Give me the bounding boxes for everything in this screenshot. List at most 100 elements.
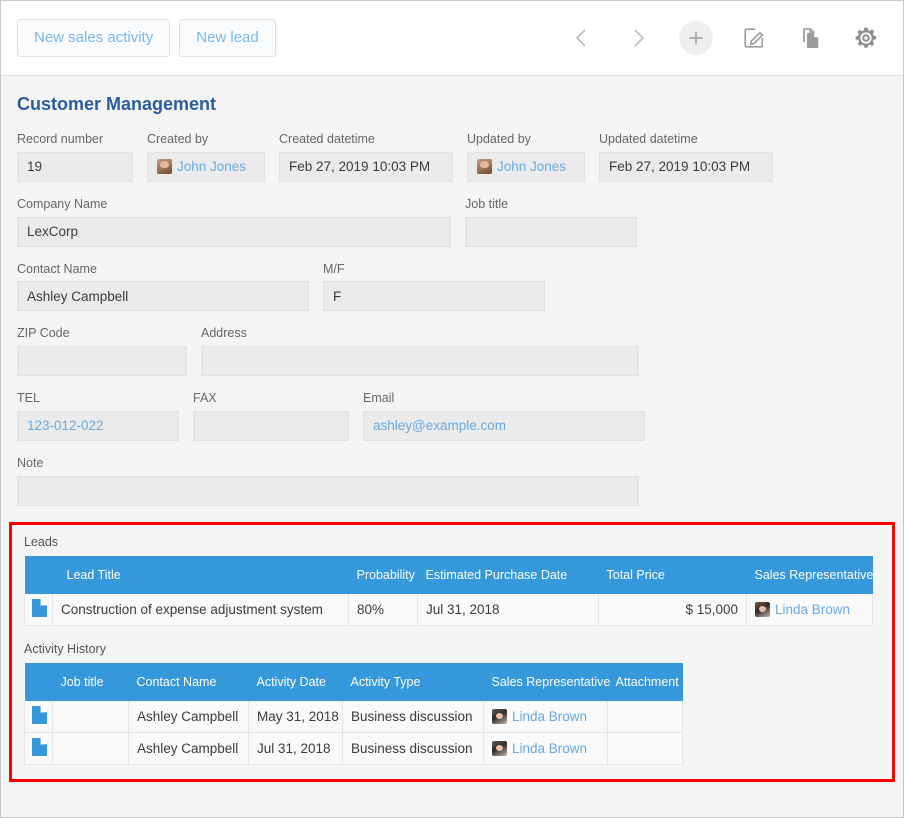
leads-table: Lead Title Probability Estimated Purchas… xyxy=(24,556,873,626)
page-title: Customer Management xyxy=(1,94,903,115)
avatar xyxy=(157,159,172,174)
activity-cell-attachment xyxy=(608,732,683,764)
fax-input[interactable] xyxy=(193,411,349,441)
activity-cell-activity-type: Business discussion xyxy=(343,701,484,733)
leads-col-total-price[interactable]: Total Price xyxy=(599,556,747,594)
field-tel: TEL 123-012-022 xyxy=(17,392,179,441)
email-input[interactable]: ashley@example.com xyxy=(363,411,645,441)
tel-input[interactable]: 123-012-022 xyxy=(17,411,179,441)
table-row[interactable]: Ashley Campbell Jul 31, 2018 Business di… xyxy=(25,732,683,764)
leads-cell-probability: 80% xyxy=(349,594,418,626)
next-record-icon[interactable] xyxy=(623,23,653,53)
leads-cell-estimated-purchase-date: Jul 31, 2018 xyxy=(418,594,599,626)
field-label: Updated by xyxy=(467,133,585,147)
activity-table-body: Ashley Campbell May 31, 2018 Business di… xyxy=(25,701,683,765)
field-created-datetime: Created datetime Feb 27, 2019 10:03 PM xyxy=(279,133,453,182)
leads-col-probability[interactable]: Probability xyxy=(349,556,418,594)
activity-history-section-label: Activity History xyxy=(24,642,880,656)
job-title-input[interactable] xyxy=(465,217,637,247)
created-by-name[interactable]: John Jones xyxy=(177,159,246,174)
field-label: Created datetime xyxy=(279,133,453,147)
leads-cell-total-price: $ 15,000 xyxy=(599,594,747,626)
activity-row-open-cell[interactable] xyxy=(25,732,53,764)
sales-rep-name[interactable]: Linda Brown xyxy=(512,741,587,756)
note-input[interactable] xyxy=(17,476,639,506)
field-note: Note xyxy=(17,457,639,506)
activity-col-job-title[interactable]: Job title xyxy=(53,663,129,701)
field-label: Email xyxy=(363,392,645,406)
zip-code-input[interactable] xyxy=(17,346,187,376)
activity-col-sales-representative[interactable]: Sales Representative xyxy=(484,663,608,701)
document-icon[interactable] xyxy=(32,599,47,617)
leads-col-icon xyxy=(25,556,53,594)
new-sales-activity-button[interactable]: New sales activity xyxy=(17,19,170,58)
field-label: Contact Name xyxy=(17,263,309,277)
activity-col-contact-name[interactable]: Contact Name xyxy=(129,663,249,701)
prev-record-icon[interactable] xyxy=(567,23,597,53)
leads-section-label: Leads xyxy=(24,535,880,549)
activity-col-attachment[interactable]: Attachment xyxy=(608,663,683,701)
edit-record-icon[interactable] xyxy=(739,23,769,53)
document-icon[interactable] xyxy=(32,738,47,756)
mf-input[interactable]: F xyxy=(323,281,545,311)
activity-table-header: Job title Contact Name Activity Date Act… xyxy=(25,663,683,701)
app-window: New sales activity New lead xyxy=(0,0,904,818)
company-job-row: Company Name LexCorp Job title xyxy=(17,198,887,247)
field-label: Job title xyxy=(465,198,637,212)
new-lead-button[interactable]: New lead xyxy=(179,19,276,58)
contact-name-input[interactable]: Ashley Campbell xyxy=(17,281,309,311)
field-label: M/F xyxy=(323,263,545,277)
activity-row-open-cell[interactable] xyxy=(25,701,53,733)
zip-address-row: ZIP Code Address xyxy=(17,327,887,376)
record-meta-row: Record number 19 Created by John Jones C… xyxy=(17,133,887,182)
field-record-number: Record number 19 xyxy=(17,133,133,182)
document-icon[interactable] xyxy=(32,706,47,724)
field-label: ZIP Code xyxy=(17,327,187,341)
updated-by-name[interactable]: John Jones xyxy=(497,159,566,174)
settings-icon[interactable] xyxy=(851,23,881,53)
activity-cell-activity-date: May 31, 2018 xyxy=(249,701,343,733)
page-body: Customer Management Record number 19 Cre… xyxy=(1,76,903,817)
activity-cell-activity-date: Jul 31, 2018 xyxy=(249,732,343,764)
created-by-value: John Jones xyxy=(147,152,265,182)
field-label: Note xyxy=(17,457,639,471)
activity-cell-job-title xyxy=(53,732,129,764)
field-label: Address xyxy=(201,327,639,341)
leads-table-header: Lead Title Probability Estimated Purchas… xyxy=(25,556,873,594)
tel-fax-email-row: TEL 123-012-022 FAX Email ashley@example… xyxy=(17,392,887,441)
leads-col-sales-representative[interactable]: Sales Representative xyxy=(747,556,873,594)
field-label: TEL xyxy=(17,392,179,406)
address-input[interactable] xyxy=(201,346,639,376)
field-address: Address xyxy=(201,327,639,376)
table-row[interactable]: Ashley Campbell May 31, 2018 Business di… xyxy=(25,701,683,733)
activity-history-section: Activity History Job title Contact Name … xyxy=(24,642,880,765)
record-number-value: 19 xyxy=(17,152,133,182)
activity-cell-attachment xyxy=(608,701,683,733)
field-label: FAX xyxy=(193,392,349,406)
toolbar-action-buttons: New sales activity New lead xyxy=(17,19,276,58)
leads-col-estimated-purchase-date[interactable]: Estimated Purchase Date xyxy=(418,556,599,594)
field-updated-datetime: Updated datetime Feb 27, 2019 10:03 PM xyxy=(599,133,773,182)
activity-col-activity-type[interactable]: Activity Type xyxy=(343,663,484,701)
activity-col-activity-date[interactable]: Activity Date xyxy=(249,663,343,701)
field-label: Record number xyxy=(17,133,133,147)
updated-by-value: John Jones xyxy=(467,152,585,182)
field-label: Created by xyxy=(147,133,265,147)
company-name-input[interactable]: LexCorp xyxy=(17,217,451,247)
leads-header-row: Lead Title Probability Estimated Purchas… xyxy=(25,556,873,594)
leads-row-open-cell[interactable] xyxy=(25,594,53,626)
duplicate-record-icon[interactable] xyxy=(795,23,825,53)
sales-rep-name[interactable]: Linda Brown xyxy=(775,602,850,617)
field-company-name: Company Name LexCorp xyxy=(17,198,451,247)
leads-col-lead-title[interactable]: Lead Title xyxy=(53,556,349,594)
record-form: Record number 19 Created by John Jones C… xyxy=(1,133,903,506)
top-toolbar: New sales activity New lead xyxy=(1,1,903,76)
field-email: Email ashley@example.com xyxy=(363,392,645,441)
field-zip-code: ZIP Code xyxy=(17,327,187,376)
activity-cell-sales-representative: Linda Brown xyxy=(484,701,608,733)
add-record-icon[interactable] xyxy=(679,21,713,55)
field-created-by: Created by John Jones xyxy=(147,133,265,182)
avatar xyxy=(755,602,770,617)
table-row[interactable]: Construction of expense adjustment syste… xyxy=(25,594,873,626)
sales-rep-name[interactable]: Linda Brown xyxy=(512,709,587,724)
